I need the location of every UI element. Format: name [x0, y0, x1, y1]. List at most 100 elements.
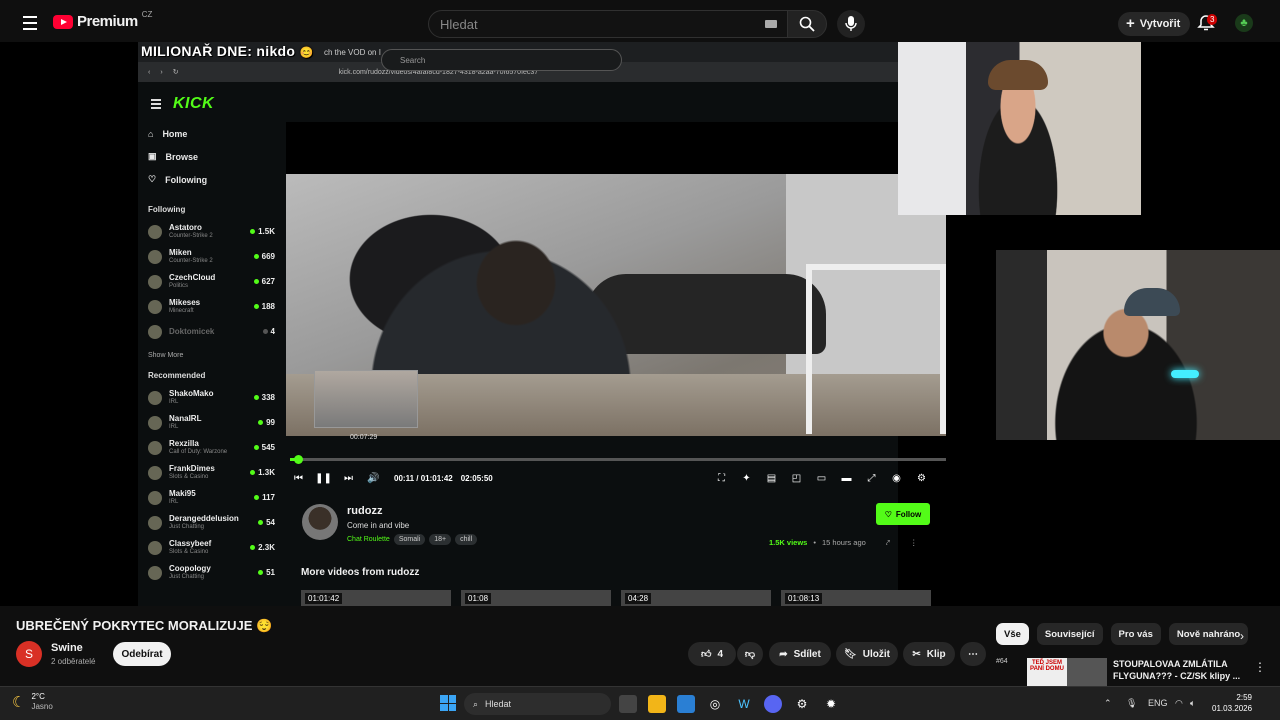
- recommended-video[interactable]: #64 TEĎ JSEM PANÍ DOMU STOUPALOVAA ZMLÁT…: [996, 656, 1280, 686]
- search-button[interactable]: [787, 10, 827, 38]
- steam-icon[interactable]: ⚙: [793, 695, 811, 713]
- settings-icon[interactable]: ⚙: [909, 473, 934, 484]
- like-button[interactable]: 👍︎ 4: [688, 642, 736, 666]
- app-w-icon[interactable]: W: [735, 695, 753, 713]
- progress-handle[interactable]: [293, 455, 303, 464]
- dislike-button[interactable]: 👎︎: [737, 642, 763, 666]
- chip-related[interactable]: Související: [1036, 623, 1103, 645]
- video-thumbnail[interactable]: 01:01:42: [301, 590, 451, 606]
- channel-avatar[interactable]: [302, 504, 338, 540]
- pause-icon[interactable]: ❚❚: [311, 473, 336, 484]
- chrome-icon[interactable]: ◎: [706, 695, 724, 713]
- obs-icon[interactable]: ✹: [822, 695, 840, 713]
- nav-home[interactable]: ⌂ Home: [148, 122, 285, 145]
- taskbar-search[interactable]: ⌕ Hledat: [464, 693, 611, 715]
- wifi-icon[interactable]: ◠: [1175, 698, 1183, 709]
- channel-name[interactable]: Swine: [51, 642, 83, 654]
- fullscreen-icon[interactable]: ⤢: [859, 473, 884, 484]
- tray-chevron-icon[interactable]: ⌃: [1104, 698, 1112, 709]
- kick-content-top: [286, 122, 898, 178]
- captions-icon[interactable]: ▬: [834, 473, 859, 484]
- volume-icon[interactable]: 🔊: [361, 473, 386, 484]
- clip-button[interactable]: ✂ Klip: [903, 642, 955, 666]
- sidebar-channel[interactable]: FrankDimes Slots & Casino 1.3K: [138, 460, 285, 485]
- viewer-count: 4: [263, 327, 275, 336]
- store-icon[interactable]: [677, 695, 695, 713]
- sidebar-channel[interactable]: Mikeses Minecraft 188: [138, 294, 285, 319]
- channel-category: IRL: [169, 399, 179, 405]
- video-thumbnail[interactable]: 01:08: [461, 590, 611, 606]
- rewind-icon[interactable]: ⏮: [286, 473, 311, 484]
- sidebar-channel[interactable]: Derangeddelusion Just Chatting 54: [138, 510, 285, 535]
- tray-mic-icon[interactable]: 🎙︎: [1126, 698, 1137, 709]
- nav-browse[interactable]: ▣ Browse: [148, 145, 285, 168]
- chip-recent[interactable]: Nově nahráno: [1168, 623, 1249, 645]
- sparkle-icon[interactable]: ✦: [734, 473, 759, 484]
- kick-search-input[interactable]: Search: [381, 49, 622, 71]
- video-progress-bar[interactable]: [290, 455, 946, 464]
- sidebar-channel[interactable]: Doktomicek 4: [138, 319, 285, 344]
- chevron-right-icon[interactable]: ›: [1240, 629, 1244, 643]
- follow-button[interactable]: ♡ Follow: [876, 503, 930, 525]
- kick-menu-icon[interactable]: [151, 99, 161, 111]
- sidebar-channel[interactable]: Coopology Just Chatting 51: [138, 560, 285, 585]
- language-indicator[interactable]: ENG: [1148, 698, 1168, 708]
- share-button[interactable]: ➦ Sdílet: [769, 642, 831, 666]
- forward-icon[interactable]: ⏭: [336, 473, 361, 484]
- cast-icon[interactable]: ▭: [809, 473, 834, 484]
- task-view-icon[interactable]: [619, 695, 637, 713]
- weather-widget[interactable]: ☾ 2°C Jasno: [12, 692, 53, 712]
- hamburger-menu-button[interactable]: [18, 11, 42, 35]
- system-clock[interactable]: 2:59 01.03.2026: [1212, 692, 1252, 714]
- share-icon[interactable]: ⤤: [886, 538, 890, 548]
- chip-for-you[interactable]: Pro vás: [1110, 623, 1161, 645]
- subscribe-button[interactable]: Odebírat: [113, 642, 171, 666]
- discord-icon[interactable]: [764, 695, 782, 713]
- kick-logo[interactable]: KICK: [173, 95, 214, 113]
- file-explorer-icon[interactable]: [648, 695, 666, 713]
- sidebar-channel[interactable]: Astatoro Counter-Strike 2 1.5K: [138, 219, 285, 244]
- windows-start-icon[interactable]: [440, 695, 456, 711]
- search-input[interactable]: Hledat: [428, 10, 788, 38]
- channel-name[interactable]: rudozz: [347, 505, 382, 517]
- pip-icon[interactable]: ◰: [784, 473, 809, 484]
- sidebar-channel[interactable]: Miken Counter-Strike 2 669: [138, 244, 285, 269]
- more-icon[interactable]: ⋮: [910, 538, 918, 548]
- keyboard-icon[interactable]: [765, 20, 777, 28]
- recommended-thumbnail[interactable]: TEĎ JSEM PANÍ DOMU: [1027, 658, 1107, 686]
- account-avatar[interactable]: ♣: [1235, 14, 1253, 32]
- nav-following[interactable]: ♡ Following: [148, 168, 285, 191]
- more-actions-button[interactable]: ⋯: [960, 642, 986, 666]
- tag-chip[interactable]: chill: [455, 534, 478, 545]
- more-icon[interactable]: ⋮: [1254, 660, 1266, 674]
- recommended-title[interactable]: STOUPALOVAA ZMLÁTILA FLYGUNA??? - CZ/SK …: [1113, 658, 1253, 682]
- video-thumbnail[interactable]: 04:28: [621, 590, 771, 606]
- chip-all[interactable]: Vše: [996, 623, 1029, 645]
- forward-icon[interactable]: ›: [160, 69, 162, 76]
- sidebar-channel[interactable]: Maki95 IRL 117: [138, 485, 285, 510]
- sidebar-channel[interactable]: ShakoMako IRL 338: [138, 385, 285, 410]
- voice-search-button[interactable]: [837, 10, 865, 38]
- volume-icon[interactable]: 🔈︎: [1190, 698, 1195, 709]
- back-icon[interactable]: ‹: [148, 69, 150, 76]
- youtube-logo[interactable]: Premium CZ: [53, 10, 152, 30]
- sidebar-channel[interactable]: CzechCloud Politics 627: [138, 269, 285, 294]
- sidebar-channel[interactable]: Rexzilla Call of Duty: Warzone 545: [138, 435, 285, 460]
- related-chips: Vše Související Pro vás Nově nahráno: [996, 623, 1249, 645]
- show-more-link[interactable]: Show More: [148, 352, 285, 359]
- create-button[interactable]: + Vytvořit: [1118, 12, 1191, 36]
- tag-chip[interactable]: Somali: [393, 534, 426, 545]
- save-button[interactable]: 🔖︎ Uložit: [836, 642, 898, 666]
- sidebar-channel[interactable]: Classybeef Slots & Casino 2.3K: [138, 535, 285, 560]
- reload-icon[interactable]: ↻: [173, 68, 179, 76]
- speed-icon[interactable]: ◉: [884, 473, 909, 484]
- viewer-count: 627: [254, 277, 275, 286]
- theater-icon[interactable]: ▤: [759, 473, 784, 484]
- clip-crop-icon[interactable]: ⛶: [709, 473, 734, 484]
- browser-tab-title[interactable]: ch the VOD on I: [324, 48, 381, 57]
- category-link[interactable]: Chat Roulette: [347, 536, 390, 543]
- tag-chip[interactable]: 18+: [429, 534, 452, 545]
- channel-avatar[interactable]: S: [16, 641, 42, 667]
- sidebar-channel[interactable]: NanaIRL IRL 99: [138, 410, 285, 435]
- video-thumbnail[interactable]: 01:08:13: [781, 590, 931, 606]
